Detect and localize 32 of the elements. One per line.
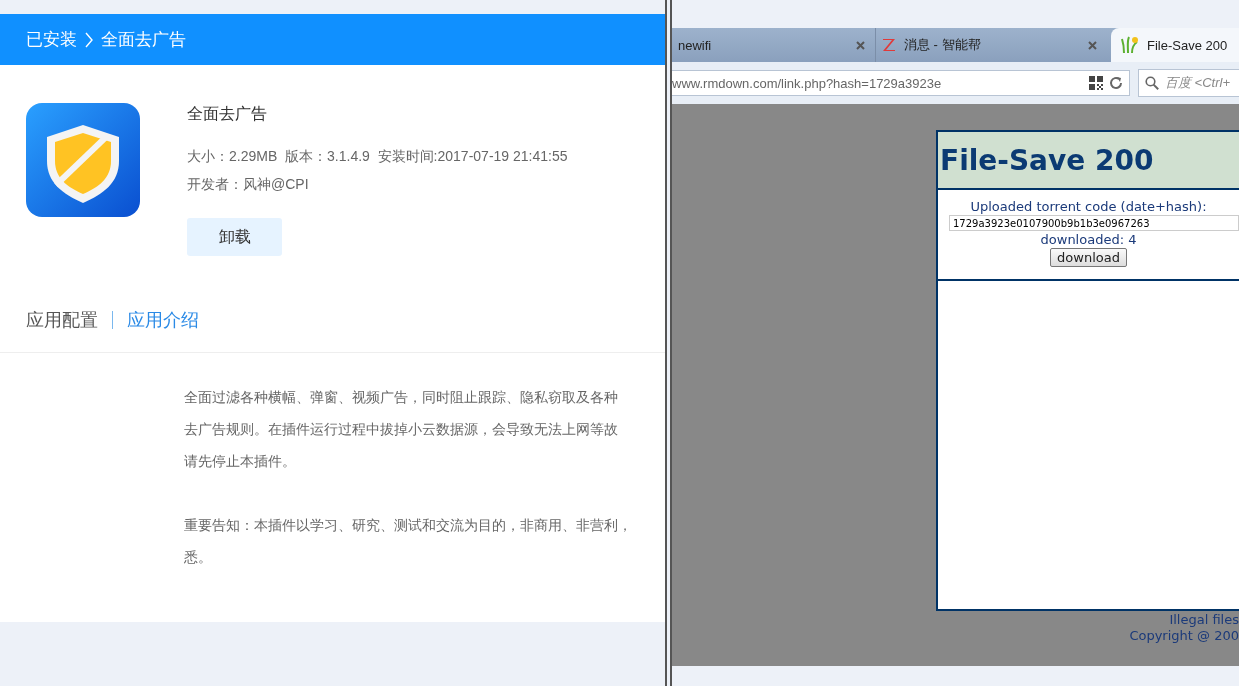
section-tab[interactable]: 应用介绍 bbox=[127, 308, 199, 332]
footer-text: Copyright @ 200 bbox=[1129, 628, 1239, 644]
search-field[interactable]: 百度 <Ctrl+ bbox=[1138, 69, 1239, 97]
download-count: downloaded: 4 bbox=[1040, 232, 1137, 247]
upload-label: Uploaded torrent code (date+hash): bbox=[970, 199, 1207, 214]
section-tab[interactable]: 应用配置 bbox=[26, 308, 98, 332]
description-line: 去广告规则。在插件运行过程中拔掉小云数据源，会导致无法上网等故 bbox=[184, 420, 619, 439]
shield-app-icon bbox=[26, 103, 140, 217]
close-icon[interactable] bbox=[1088, 40, 1097, 50]
app-developer: 开发者：风神@CPI bbox=[187, 175, 310, 194]
browser-tab[interactable]: newifi bbox=[672, 28, 875, 62]
breadcrumb-current: 全面去广告 bbox=[101, 29, 186, 51]
plant-icon bbox=[1121, 36, 1139, 54]
browser-tab[interactable]: File-Save 200 bbox=[1111, 28, 1239, 62]
z-logo-icon bbox=[882, 38, 896, 52]
reload-icon[interactable] bbox=[1109, 76, 1123, 90]
description-line: 悉。 bbox=[184, 548, 213, 567]
footer-text: Illegal files bbox=[1169, 612, 1239, 628]
description-line: 全面过滤各种横幅、弹窗、视频广告，同时阻止跟踪、隐私窃取及各种 bbox=[184, 388, 619, 407]
hash-field[interactable]: 1729a3923e0107900b9b1b3e0967263 bbox=[949, 215, 1239, 231]
app-info: 大小：2.29MB 版本：3.1.4.9 安装时间:2017-07-19 21:41:55 bbox=[187, 147, 568, 166]
chevron-right-icon bbox=[85, 31, 93, 48]
description-line: 重要告知：本插件以学习、研究、测试和交流为目的，非商用、非营利， bbox=[184, 516, 633, 535]
uninstall-button[interactable]: 卸载 bbox=[187, 218, 282, 256]
address-bar[interactable]: www.rmdown.com/link.php?hash=1729a3923e bbox=[672, 70, 1130, 96]
close-icon[interactable] bbox=[856, 40, 865, 50]
download-button[interactable]: download bbox=[1050, 248, 1127, 267]
description-line: 请先停止本插件。 bbox=[184, 452, 297, 471]
search-icon bbox=[1145, 76, 1159, 90]
qr-code-icon[interactable] bbox=[1089, 76, 1103, 90]
page-title: File-Save 200 bbox=[940, 143, 1154, 177]
app-name: 全面去广告 bbox=[187, 104, 268, 124]
